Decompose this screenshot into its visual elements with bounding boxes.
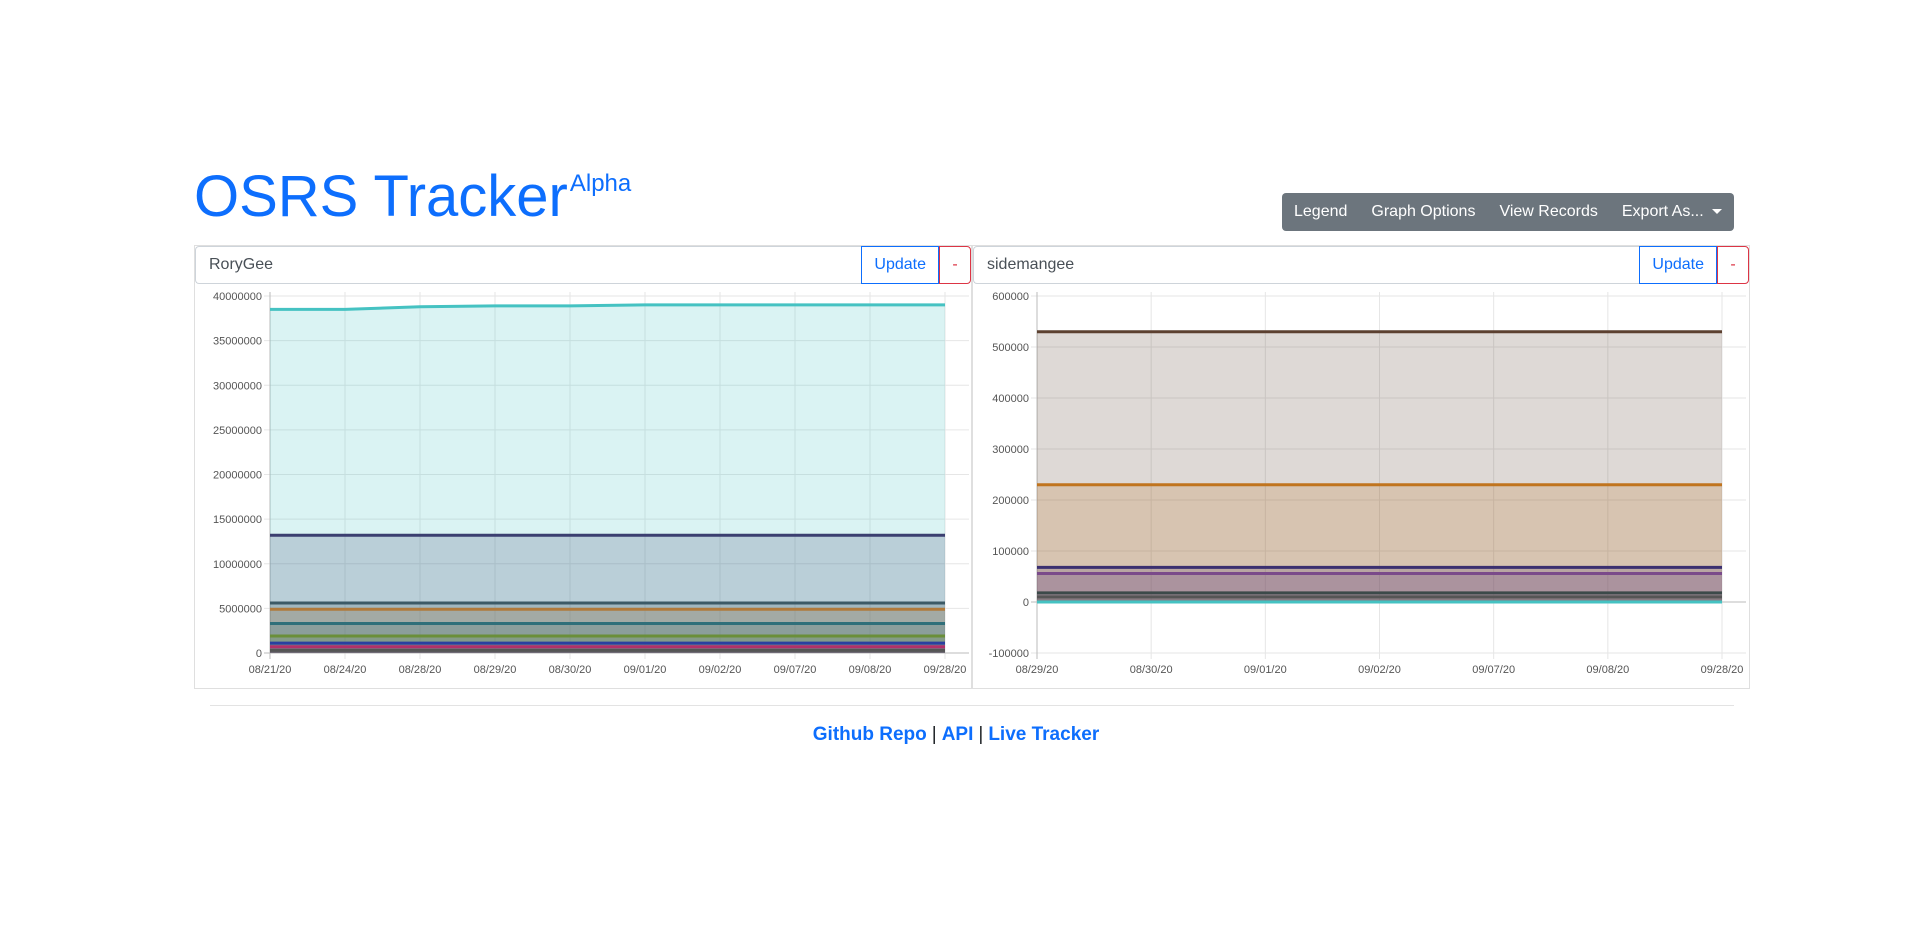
title-text: OSRS Tracker [194, 164, 568, 229]
divider [210, 705, 1734, 706]
y-tick-label: 0 [1023, 597, 1029, 609]
player-panel: Update - 0 5000000 10000000 15000000 2000000… [194, 245, 972, 689]
separator: | [978, 724, 984, 745]
footer: Github Repo | API | Live Tracker [0, 724, 1912, 746]
y-tick-label: 500000 [992, 342, 1029, 354]
x-tick-label: 09/08/20 [1586, 664, 1629, 676]
x-tick-label: 08/30/20 [1130, 664, 1173, 676]
x-tick-label: 09/01/20 [624, 664, 667, 676]
y-tick-label: 10000000 [213, 559, 262, 571]
remove-button[interactable]: - [1717, 246, 1749, 284]
export-label: Export As... [1621, 203, 1704, 220]
x-tick-label: 09/02/20 [1358, 664, 1401, 676]
y-tick-label: 600000 [992, 291, 1029, 303]
x-tick-label: 09/08/20 [849, 664, 892, 676]
alpha-badge: Alpha [569, 170, 632, 197]
y-tick-label: 200000 [992, 495, 1029, 507]
x-tick-label: 09/02/20 [699, 664, 742, 676]
x-tick-label: 08/29/20 [1016, 664, 1059, 676]
y-tick-label: 100000 [992, 546, 1029, 558]
y-tick-label: 400000 [992, 393, 1029, 405]
stats-chart: 0 5000000 10000000 15000000 20000000 25000000… [213, 291, 969, 676]
remove-button[interactable]: - [939, 246, 971, 284]
api-link[interactable]: API [942, 724, 974, 745]
update-button[interactable]: Update [1639, 246, 1717, 284]
y-tick-label: 35000000 [213, 336, 262, 348]
y-tick-label: 40000000 [213, 291, 262, 303]
y-tick-label: 5000000 [219, 603, 262, 615]
graph-options-button[interactable]: Graph Options [1359, 193, 1487, 231]
github-link[interactable]: Github Repo [813, 724, 927, 745]
view-records-button[interactable]: View Records [1487, 193, 1609, 231]
y-tick-label: 25000000 [213, 425, 262, 437]
username-input[interactable] [195, 246, 862, 284]
x-tick-label: 08/30/20 [549, 664, 592, 676]
y-tick-label: 300000 [992, 444, 1029, 456]
username-input[interactable] [973, 246, 1640, 284]
y-tick-label: 30000000 [213, 380, 262, 392]
export-dropdown[interactable]: Export As... [1610, 193, 1734, 231]
stats-chart: -100000 0 100000 200000 300000 400000 500000 60… [989, 291, 1746, 676]
toolbar: Legend Graph Options View Records Export… [1282, 193, 1734, 231]
legend-button[interactable]: Legend [1282, 193, 1359, 231]
y-tick-label: 15000000 [213, 514, 262, 526]
x-tick-label: 09/28/20 [1701, 664, 1744, 676]
x-tick-label: 08/29/20 [474, 664, 517, 676]
live-tracker-link[interactable]: Live Tracker [988, 724, 1099, 745]
x-tick-label: 08/21/20 [249, 664, 292, 676]
x-tick-label: 09/28/20 [924, 664, 967, 676]
x-tick-label: 09/07/20 [774, 664, 817, 676]
x-tick-label: 08/24/20 [324, 664, 367, 676]
chevron-down-icon [1711, 209, 1722, 215]
y-tick-label: -100000 [989, 648, 1029, 660]
page-title: OSRS TrackerAlpha [194, 168, 631, 226]
separator: | [931, 724, 937, 745]
y-tick-label: 20000000 [213, 470, 262, 482]
x-tick-label: 09/07/20 [1472, 664, 1515, 676]
x-tick-label: 08/28/20 [399, 664, 442, 676]
player-panel: Update - -100000 0 100000 200000 300000 40000… [972, 245, 1750, 689]
update-button[interactable]: Update [861, 246, 939, 284]
y-tick-label: 0 [256, 648, 262, 660]
x-tick-label: 09/01/20 [1244, 664, 1287, 676]
